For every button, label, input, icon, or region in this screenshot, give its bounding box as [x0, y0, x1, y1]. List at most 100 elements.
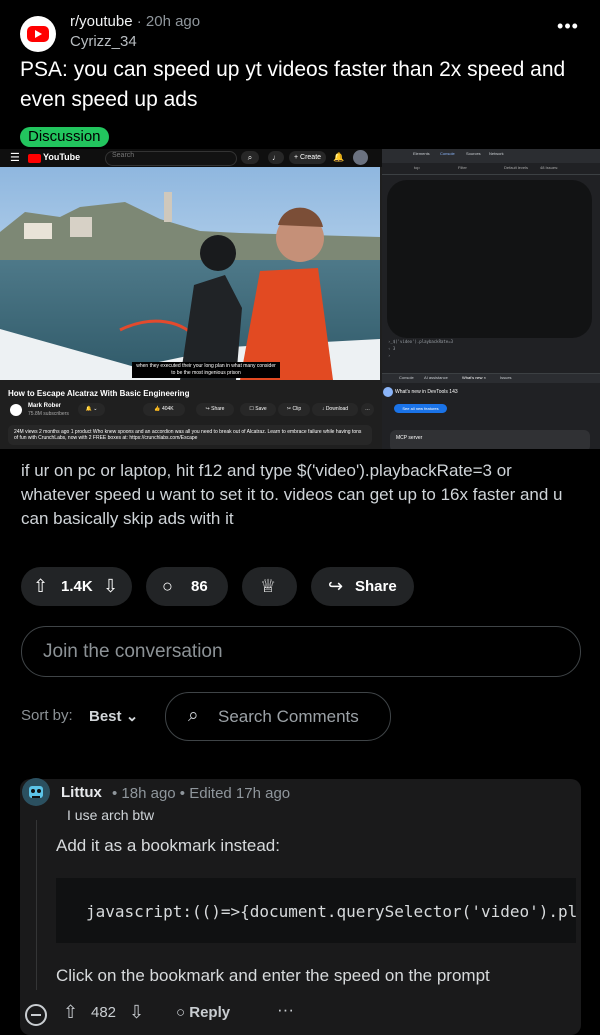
join-conversation-placeholder: Join the conversation [43, 641, 223, 662]
sort-dropdown[interactable]: Best ⌄ [89, 707, 138, 725]
more-video-icon: … [361, 403, 374, 416]
join-conversation-input[interactable]: Join the conversation [21, 626, 581, 677]
upvote-icon[interactable]: ⇧ [33, 577, 48, 595]
filter-label: Filter [458, 165, 467, 170]
post-header: r/youtube · 20h ago Cyrizz_34 ••• [20, 8, 580, 56]
save-label: Save [255, 406, 267, 412]
building [24, 223, 52, 239]
comments-button[interactable]: ○ 86 [146, 567, 228, 606]
reply-label: Reply [189, 1004, 231, 1021]
youtube-play-icon [27, 26, 49, 42]
award-button[interactable]: ♕ [242, 567, 297, 606]
microphone-icon: ♩ [268, 151, 284, 164]
devtools-tab: Network [489, 151, 504, 156]
devtools-console-redacted [387, 180, 592, 338]
clip-label: Clip [292, 406, 302, 412]
download-button: ↓ Download [312, 403, 358, 416]
reply-icon: ○ [176, 1004, 186, 1021]
console-prompt: › [388, 353, 391, 358]
mcp-title: MCP server [396, 435, 423, 441]
comment-author[interactable]: Littux [61, 784, 102, 801]
share-button-small: ↪ Share [196, 403, 234, 416]
share-label-small: Share [211, 406, 225, 412]
clip-button: ✂ Clip [278, 403, 310, 416]
sort-value: Best [89, 708, 122, 725]
devtools-logo-icon [383, 387, 393, 397]
user-avatar-icon[interactable] [20, 776, 52, 808]
vote-count: 1.4K [61, 578, 93, 595]
channel-name: Mark Rober [28, 403, 62, 409]
default-levels: Default levels [504, 165, 529, 170]
devtools-tab: Sources [466, 151, 481, 156]
drawer-tab: AI assistance [424, 375, 448, 380]
channel-row: Mark Rober 75.8M subscribers 🔔 ⌄ 👍 404K … [8, 402, 378, 418]
building [70, 217, 92, 237]
more-options-icon[interactable]: ••• [556, 16, 580, 40]
youtube-search-placeholder: Search [112, 152, 135, 159]
comment-count: 86 [191, 578, 208, 595]
devtools-filter-bar: top Filter Default levels 48 Issues: [382, 163, 600, 175]
video-description: 24M views 2 months ago 1 product Who kne… [14, 429, 362, 441]
youtube-avatar [353, 150, 368, 165]
post-flair[interactable]: Discussion [20, 127, 109, 147]
channel-subscribers: 75.8M subscribers [28, 411, 69, 417]
youtube-logo-text: YouTube [43, 152, 81, 162]
post-age-separator: · [136, 13, 146, 30]
comment-downvote-icon[interactable]: ⇩ [129, 1002, 144, 1023]
devtools-tabs: Elements Console Sources Network [382, 149, 600, 164]
subreddit-name[interactable]: r/youtube [70, 13, 133, 30]
comment-meta: • 18h ago • Edited 17h ago [112, 785, 291, 802]
like-button: 👍 404K [143, 403, 185, 416]
post-author[interactable]: Cyrizz_34 [70, 33, 137, 50]
see-all-button: See all new features [394, 404, 447, 413]
search-icon: ⌕ [241, 151, 259, 164]
like-count: 404K [161, 406, 174, 412]
post-title: PSA: you can speed up yt videos faster t… [20, 58, 566, 111]
downvote-icon[interactable]: ⇩ [103, 577, 118, 595]
console-command: ›_$('video').playbackRate=3 [388, 339, 454, 344]
devtools-tab: Console [440, 151, 455, 156]
sort-label: Sort by: [21, 707, 73, 724]
drawer-tab: Issues [500, 375, 512, 380]
issues-count: 48 Issues: [540, 165, 559, 170]
search-icon: ⌕ [188, 705, 199, 726]
comment-body-instruction: Click on the bookmark and enter the spee… [56, 966, 490, 985]
console-result: ‹ 3 [388, 346, 396, 351]
vote-control[interactable]: ⇧ 1.4K ⇩ [21, 567, 132, 606]
share-icon: ↪ [328, 576, 344, 596]
video-title: How to Escape Alcatraz With Basic Engine… [8, 389, 190, 398]
download-label: Download [325, 406, 349, 412]
search-comments-input[interactable]: ⌕ Search Comments [165, 692, 391, 741]
subreddit-avatar[interactable] [20, 16, 56, 52]
drawer-tab: What's new × [462, 375, 486, 380]
create-button: + Create [289, 151, 326, 164]
drawer-tab: Console [399, 375, 414, 380]
bookmarklet-code: javascript:(()=>{document.querySelector(… [86, 902, 576, 921]
subscribed-button: 🔔 ⌄ [78, 403, 105, 416]
video-frame [0, 167, 380, 380]
comment-body-intro: Add it as a bookmark instead: [56, 836, 280, 855]
comment-score: 482 [91, 1004, 117, 1021]
whats-new-title: What's new in DevTools 143 [395, 389, 458, 395]
code-block[interactable]: javascript:(()=>{document.querySelector(… [56, 878, 576, 943]
devtools-drawer-tabs: Console AI assistance What's new × Issue… [382, 373, 600, 383]
save-button: ☐ Save [240, 403, 276, 416]
comment-more-icon[interactable]: ··· [277, 1000, 294, 1020]
subreddit-meta: r/youtube · 20h ago [70, 13, 200, 30]
share-button[interactable]: ↪ Share [311, 567, 414, 606]
youtube-logo-icon [28, 154, 41, 163]
channel-avatar [10, 404, 22, 416]
comment-upvote-icon[interactable]: ⇧ [63, 1002, 78, 1023]
lighthouse [164, 192, 172, 222]
comment-actions: ⇧ 482 ⇩ ○ Reply ··· [25, 1000, 325, 1026]
notification-bell-icon: 🔔 [333, 152, 345, 162]
search-comments-placeholder: Search Comments [218, 707, 359, 726]
chevron-down-icon: ⌄ [125, 708, 139, 725]
collapse-icon[interactable] [25, 1004, 47, 1026]
reply-button[interactable]: ○ Reply [176, 1004, 230, 1021]
embedded-screenshot[interactable]: ☰ YouTube Search ⌕ ♩ + Create 🔔 when the… [0, 149, 600, 449]
video-caption: when they executed their your long plan … [132, 362, 280, 378]
devtools-panel: Elements Console Sources Network top Fil… [382, 149, 600, 449]
thread-line [36, 820, 37, 990]
post-age: 20h ago [145, 13, 201, 30]
